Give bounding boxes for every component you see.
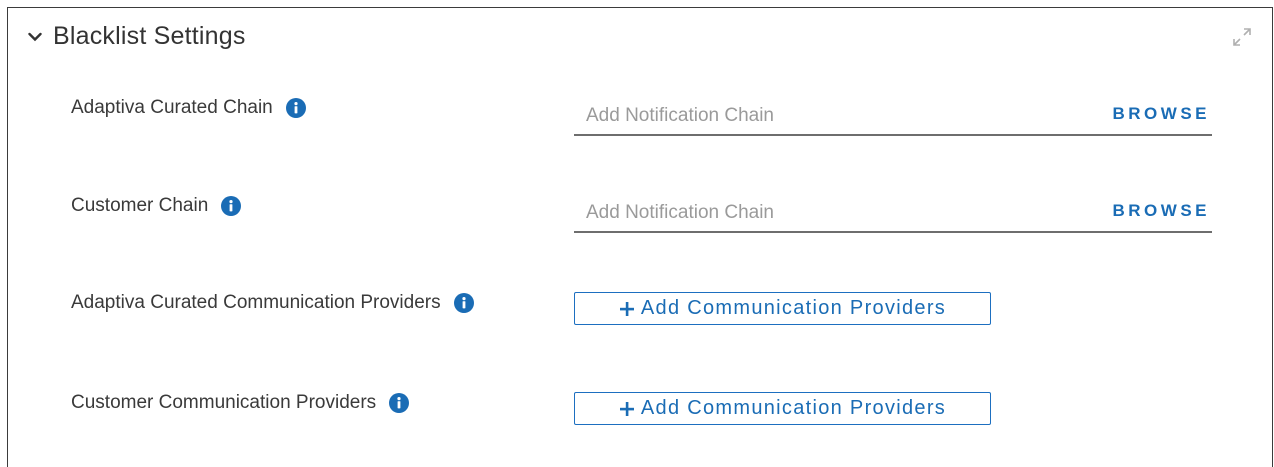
blacklist-settings-panel: Blacklist Settings Adaptiva Curated Chai… <box>7 7 1273 467</box>
adaptiva-curated-chain-label: Adaptiva Curated Chain <box>71 97 273 118</box>
adaptiva-curated-chain-input[interactable] <box>584 102 1068 130</box>
browse-button-customer-chain[interactable]: BROWSE <box>1113 201 1211 221</box>
chevron-down-icon[interactable] <box>26 28 44 46</box>
add-curated-providers-button[interactable]: Add Communication Providers <box>574 292 991 325</box>
customer-chain-label: Customer Chain <box>71 195 209 216</box>
browse-button-curated-chain[interactable]: BROWSE <box>1113 104 1211 124</box>
info-icon[interactable] <box>221 196 242 216</box>
customer-chain-field: BROWSE <box>574 193 1212 233</box>
info-icon[interactable] <box>285 98 306 118</box>
add-customer-providers-label: Add Communication Providers <box>640 397 947 419</box>
adaptiva-curated-chain-field: BROWSE <box>574 96 1212 136</box>
adaptiva-curated-chain-label-row: Adaptiva Curated Chain <box>71 97 306 119</box>
customer-chain-label-row: Customer Chain <box>71 195 242 217</box>
section-header[interactable]: Blacklist Settings <box>26 22 246 51</box>
expand-arrows-icon[interactable] <box>1231 26 1253 48</box>
plus-icon <box>619 401 635 417</box>
plus-icon <box>619 301 635 317</box>
add-curated-providers-label: Add Communication Providers <box>640 297 947 319</box>
customer-providers-label-row: Customer Communication Providers <box>71 392 410 414</box>
section-title: Blacklist Settings <box>53 22 246 50</box>
add-customer-providers-button[interactable]: Add Communication Providers <box>574 392 991 425</box>
curated-providers-label-row: Adaptiva Curated Communication Providers <box>71 292 474 314</box>
curated-providers-label: Adaptiva Curated Communication Providers <box>71 292 441 313</box>
customer-providers-label: Customer Communication Providers <box>71 392 377 413</box>
info-icon[interactable] <box>389 393 410 413</box>
info-icon[interactable] <box>453 293 474 313</box>
customer-chain-input[interactable] <box>584 199 1068 227</box>
